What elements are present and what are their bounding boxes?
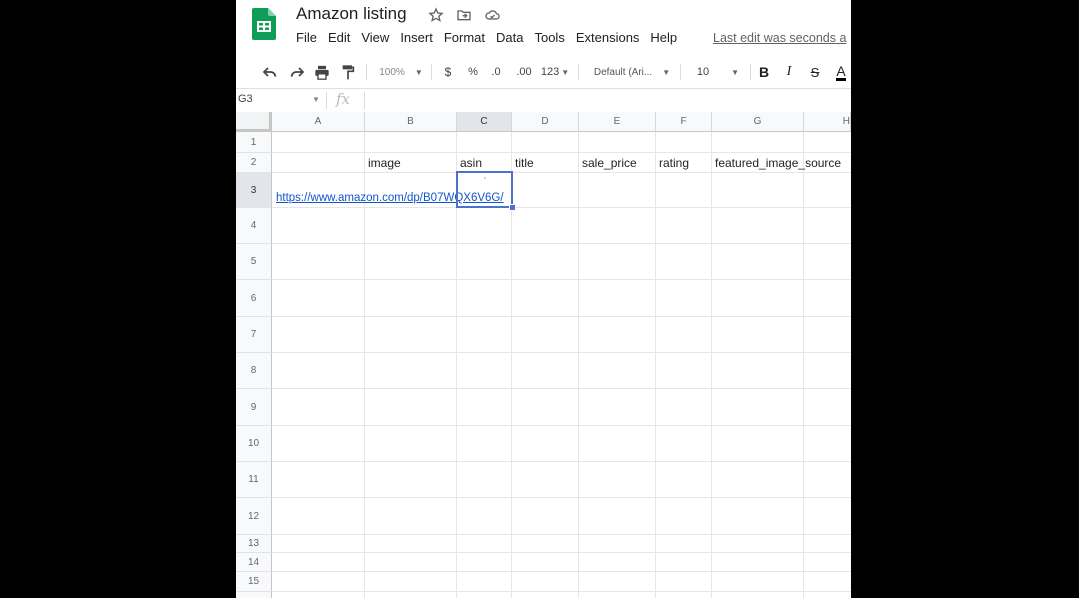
row-header-4[interactable]: 4 — [236, 208, 272, 244]
more-formats-label: 123 — [540, 66, 560, 78]
row-header-11[interactable]: 11 — [236, 462, 272, 498]
print-icon[interactable] — [312, 58, 332, 86]
strikethrough-button[interactable]: S — [807, 58, 823, 86]
last-edit-link[interactable]: Last edit was seconds a — [713, 31, 846, 45]
currency-button[interactable]: $ — [441, 58, 455, 86]
select-all-corner[interactable] — [236, 112, 272, 132]
cell-e2[interactable]: sale_price — [582, 156, 637, 170]
row-header-10[interactable]: 10 — [236, 426, 272, 462]
row-header-7[interactable]: 7 — [236, 317, 272, 353]
decrease-decimal-button[interactable]: .0 — [488, 58, 504, 86]
cell-d2[interactable]: title — [515, 156, 534, 170]
row-header-16[interactable] — [236, 592, 272, 598]
zoom-value: 100% — [379, 66, 405, 78]
menu-format[interactable]: Format — [444, 30, 485, 45]
column-header-e[interactable]: E — [579, 112, 656, 132]
more-formats-button[interactable]: 123 ▼ — [540, 58, 570, 86]
toolbar: 100% ▼ $ % .0 .00 123 ▼ Default (Ari... ▼ 1… — [236, 58, 851, 86]
row-header-15[interactable]: 15 — [236, 572, 272, 592]
menu-edit[interactable]: Edit — [328, 30, 350, 45]
star-icon[interactable] — [426, 5, 446, 25]
chevron-down-icon: ▼ — [414, 67, 423, 77]
fx-icon: fx — [336, 90, 351, 108]
spreadsheet-grid[interactable]: A B C D E F G H 1 2 3 4 5 6 7 8 9 10 11 … — [236, 112, 851, 598]
menu-file[interactable]: File — [296, 30, 317, 45]
row-header-14[interactable]: 14 — [236, 553, 272, 572]
cell-f2[interactable]: rating — [659, 156, 689, 170]
font-size-value: 10 — [696, 66, 710, 78]
cell-c2[interactable]: asin — [460, 156, 482, 170]
document-title[interactable]: Amazon listing — [296, 4, 407, 24]
formula-bar: G3 ▼ fx — [236, 88, 851, 113]
menu-extensions[interactable]: Extensions — [576, 30, 640, 45]
text-color-label: A — [836, 62, 846, 81]
column-header-f[interactable]: F — [656, 112, 712, 132]
cloud-status-icon[interactable] — [482, 5, 502, 25]
menu-help[interactable]: Help — [650, 30, 677, 45]
menu-view[interactable]: View — [361, 30, 389, 45]
percent-button[interactable]: % — [466, 58, 480, 86]
menu-bar: File Edit View Insert Format Data Tools … — [296, 30, 688, 45]
column-header-h[interactable]: H — [804, 112, 851, 132]
bold-button[interactable]: B — [756, 58, 772, 86]
italic-button[interactable]: I — [781, 58, 797, 86]
chevron-down-icon[interactable]: ▼ — [312, 95, 320, 104]
column-header-b[interactable]: B — [365, 112, 457, 132]
undo-icon[interactable] — [260, 58, 280, 86]
row-header-8[interactable]: 8 — [236, 353, 272, 389]
fill-handle[interactable] — [509, 204, 516, 211]
sheets-logo-icon[interactable] — [252, 8, 276, 40]
column-header-c[interactable]: C — [457, 112, 512, 132]
cell-b2[interactable]: image — [368, 156, 401, 170]
zoom-select[interactable]: 100% ▼ — [376, 58, 426, 86]
cell-g2[interactable]: featured_image_source — [715, 156, 841, 170]
chevron-down-icon: ▼ — [561, 67, 570, 77]
row-header-6[interactable]: 6 — [236, 280, 272, 317]
chevron-down-icon: ▼ — [662, 67, 671, 77]
column-header-a[interactable]: A — [272, 112, 365, 132]
sheets-window: Amazon listing File Edit View Insert For… — [236, 0, 851, 598]
font-family-value: Default (Ari... — [593, 66, 653, 78]
active-cell-selection[interactable] — [456, 171, 513, 208]
font-size-select[interactable]: 10 ▼ — [692, 58, 744, 86]
row-header-13[interactable]: 13 — [236, 535, 272, 553]
chevron-down-icon: ▼ — [731, 67, 740, 77]
text-color-button[interactable]: A — [832, 58, 850, 86]
column-header-g[interactable]: G — [712, 112, 804, 132]
row-header-1[interactable]: 1 — [236, 132, 272, 153]
redo-icon[interactable] — [287, 58, 307, 86]
increase-decimal-button[interactable]: .00 — [514, 58, 534, 86]
paint-format-icon[interactable] — [339, 58, 357, 86]
menu-data[interactable]: Data — [496, 30, 523, 45]
row-header-2[interactable]: 2 — [236, 153, 272, 173]
menu-tools[interactable]: Tools — [534, 30, 564, 45]
row-header-3[interactable]: 3 — [236, 173, 272, 208]
column-header-d[interactable]: D — [512, 112, 579, 132]
name-box[interactable]: G3 — [238, 93, 253, 105]
row-header-9[interactable]: 9 — [236, 389, 272, 426]
row-header-5[interactable]: 5 — [236, 244, 272, 280]
font-family-select[interactable]: Default (Ari... ▼ — [590, 58, 674, 86]
move-folder-icon[interactable] — [454, 5, 474, 25]
menu-insert[interactable]: Insert — [400, 30, 433, 45]
row-header-12[interactable]: 12 — [236, 498, 272, 535]
